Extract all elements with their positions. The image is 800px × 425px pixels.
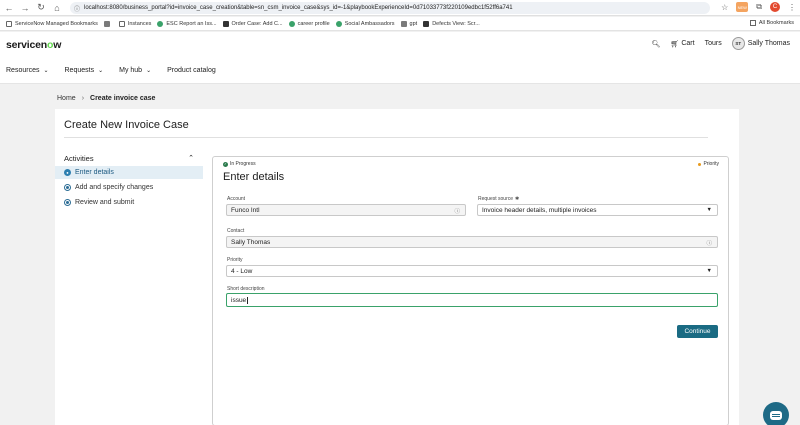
priority-flag: Priority xyxy=(698,161,719,167)
nav-resources[interactable]: Resources ⌄ xyxy=(6,67,49,74)
priority-label: Priority xyxy=(227,257,243,263)
check-icon: ✓ xyxy=(223,161,228,167)
step-add-changes[interactable]: Add and specify changes xyxy=(55,181,203,194)
servicenow-icon xyxy=(288,20,295,27)
avatar: ST xyxy=(731,37,745,50)
more-menu-icon[interactable]: ⋮ xyxy=(788,3,796,12)
step-review-submit[interactable]: Review and submit xyxy=(55,196,203,209)
profile-avatar[interactable]: C xyxy=(770,2,780,12)
back-icon[interactable]: ← xyxy=(2,1,16,15)
step-current-icon: ● xyxy=(64,169,71,176)
bookmark-item[interactable]: gpt xyxy=(400,20,417,27)
gpt-icon xyxy=(400,20,407,27)
extension-icon[interactable]: NEW xyxy=(736,2,749,12)
bookmark-item[interactable]: Social Ambassadors xyxy=(335,20,395,27)
folder-icon xyxy=(749,20,756,26)
extensions-puzzle-icon[interactable]: ⧉ xyxy=(756,2,762,12)
step-pending-icon xyxy=(64,184,71,191)
info-icon[interactable]: ⓘ xyxy=(706,239,712,247)
page-icon xyxy=(222,20,229,27)
form-panel: ✓ In Progress Priority Enter details Acc… xyxy=(212,156,729,425)
cart-button[interactable]: 🛒︎ Cart xyxy=(670,40,694,48)
priority-dot-icon xyxy=(698,162,702,166)
form-title: Enter details xyxy=(223,171,285,183)
browser-toolbar: ← → ↻ ⌂ ⓘ localhost:8080/business_portal… xyxy=(0,0,800,16)
chat-button[interactable] xyxy=(763,402,789,425)
url-text: localhost:8080/business_portal?id=invoic… xyxy=(84,5,513,11)
breadcrumb: Home › Create invoice case xyxy=(57,95,155,102)
folder-icon xyxy=(118,20,125,27)
short-description-label: Short description xyxy=(227,286,265,292)
status-badge: ✓ In Progress xyxy=(223,161,256,167)
star-icon[interactable]: ☆ xyxy=(721,3,728,12)
chevron-down-icon: ⌄ xyxy=(98,68,104,74)
bookmarks-bar: ServiceNow Managed Bookmarks Instances E… xyxy=(0,17,800,31)
apps-grid-icon xyxy=(103,20,110,27)
servicenow-icon xyxy=(335,20,342,27)
site-info-icon[interactable]: ⓘ xyxy=(74,4,80,13)
short-description-input[interactable]: issue xyxy=(226,293,718,307)
chevron-right-icon: › xyxy=(81,95,85,102)
bookmark-item[interactable]: Instances xyxy=(118,20,151,27)
main-nav: Resources ⌄ Requests ⌄ My hub ⌄ Product cat… xyxy=(0,58,800,84)
chat-icon xyxy=(770,410,782,420)
chevron-up-icon[interactable]: ⌃ xyxy=(188,154,194,162)
bookmark-item[interactable]: ServiceNow Managed Bookmarks xyxy=(6,20,98,27)
search-icon[interactable]: 🔍︎ xyxy=(652,40,661,48)
bookmark-item[interactable]: Order Case: Add C... xyxy=(222,20,283,27)
servicenow-logo[interactable]: servicenow xyxy=(6,39,61,51)
info-icon[interactable]: ⓘ xyxy=(454,207,460,215)
user-menu[interactable]: ST Sally Thomas xyxy=(731,37,790,50)
step-enter-details[interactable]: ● Enter details xyxy=(55,166,203,179)
all-bookmarks[interactable]: All Bookmarks xyxy=(749,20,794,26)
chevron-down-icon: ⌄ xyxy=(146,68,152,74)
dropdown-arrow-icon: ▼ xyxy=(706,207,712,213)
main-card: Create New Invoice Case Activities ⌃ ● E… xyxy=(55,109,739,425)
bookmark-item[interactable]: ESC Report an Iss... xyxy=(157,20,217,27)
step-pending-icon xyxy=(64,199,71,206)
bookmark-apps[interactable] xyxy=(103,20,113,27)
activities-header[interactable]: Activities ⌃ xyxy=(55,152,203,164)
account-field[interactable]: Funco Intl ⓘ xyxy=(226,204,466,216)
bookmark-item[interactable]: career profile xyxy=(288,20,330,27)
page-title: Create New Invoice Case xyxy=(64,119,189,131)
chevron-down-icon: ⌄ xyxy=(43,68,49,74)
contact-label: Contact xyxy=(227,228,245,234)
continue-button[interactable]: Continue xyxy=(677,325,718,338)
required-asterisk-icon: ✱ xyxy=(515,196,520,202)
portal-header: servicenow 🔍︎ 🛒︎ Cart Tours ST Sally Thoma… xyxy=(0,32,800,58)
reload-icon[interactable]: ↻ xyxy=(34,1,48,15)
breadcrumb-current: Create invoice case xyxy=(90,95,156,102)
bookmark-item[interactable]: Defects View: Scr... xyxy=(423,20,480,27)
divider xyxy=(64,137,708,138)
cart-icon: 🛒︎ xyxy=(670,40,680,48)
tours-button[interactable]: Tours xyxy=(705,40,722,47)
user-name: Sally Thomas xyxy=(747,40,790,47)
text-cursor xyxy=(246,296,248,304)
nav-product-catalog[interactable]: Product catalog xyxy=(167,67,216,74)
folder-icon xyxy=(6,20,12,27)
request-source-label: Request source ✱ xyxy=(478,196,520,202)
nav-my-hub[interactable]: My hub ⌄ xyxy=(119,67,151,74)
priority-select[interactable]: 4 - Low ▼ xyxy=(226,265,718,277)
address-bar[interactable]: ⓘ localhost:8080/business_portal?id=invo… xyxy=(70,2,710,14)
contact-field[interactable]: Sally Thomas ⓘ xyxy=(226,236,718,248)
breadcrumb-home[interactable]: Home xyxy=(57,95,76,102)
dropdown-arrow-icon: ▼ xyxy=(706,268,712,274)
servicenow-icon xyxy=(157,20,164,27)
home-icon[interactable]: ⌂ xyxy=(50,1,64,15)
forward-icon[interactable]: → xyxy=(18,1,32,15)
activities-panel: Activities ⌃ ● Enter details Add and spe… xyxy=(55,152,203,209)
nav-requests[interactable]: Requests ⌄ xyxy=(65,67,104,74)
account-label: Account xyxy=(227,196,246,202)
page-icon xyxy=(423,20,430,27)
request-source-select[interactable]: Invoice header details, multiple invoice… xyxy=(477,204,718,216)
